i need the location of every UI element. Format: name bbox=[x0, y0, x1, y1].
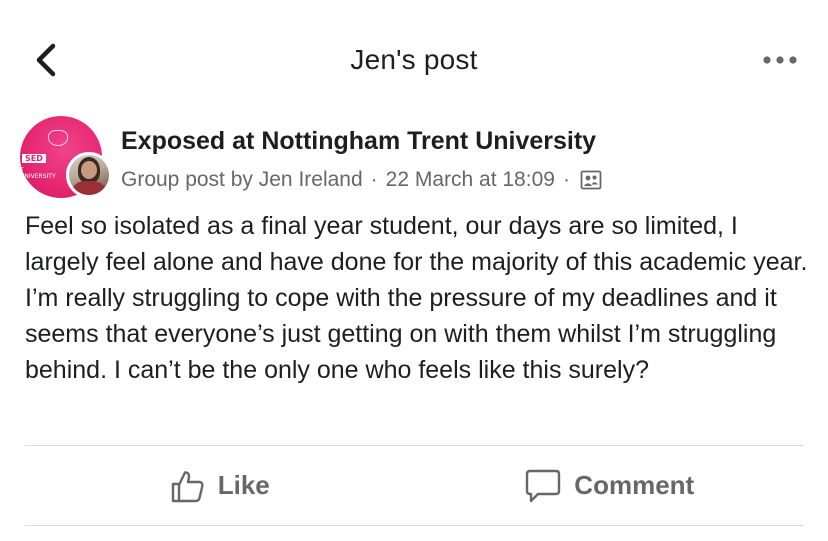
author-name-link[interactable]: Jen Ireland bbox=[259, 168, 363, 192]
like-label: Like bbox=[217, 470, 270, 500]
more-options-button[interactable] bbox=[760, 50, 800, 70]
page-title: Jen's post bbox=[350, 44, 478, 75]
group-avatar-graphic bbox=[48, 130, 68, 146]
post-body-text: Feel so isolated as a final year student… bbox=[25, 212, 808, 384]
author-avatar[interactable] bbox=[66, 152, 112, 198]
like-button[interactable]: Like bbox=[25, 446, 415, 525]
group-members-icon bbox=[580, 169, 602, 191]
comment-button[interactable]: Comment bbox=[415, 446, 805, 525]
post-header: SED T UNIVERSITY Exposed at Nottingham T… bbox=[20, 112, 810, 202]
group-avatar-subtext: T UNIVERSITY bbox=[20, 167, 56, 180]
meta-prefix: Group post by bbox=[121, 168, 253, 191]
post-timestamp[interactable]: 22 March at 18:09 bbox=[386, 168, 555, 192]
thumbs-up-icon bbox=[171, 470, 204, 502]
meta-separator: · bbox=[562, 168, 570, 191]
comment-bubble-icon bbox=[526, 469, 561, 502]
divider bbox=[25, 525, 804, 526]
post-meta: Group post by Jen Ireland · 22 March at … bbox=[121, 168, 602, 192]
comment-label: Comment bbox=[574, 470, 695, 500]
avatar-stack[interactable]: SED T UNIVERSITY bbox=[20, 112, 116, 202]
more-horizontal-icon bbox=[763, 56, 797, 64]
top-bar: Jen's post bbox=[0, 0, 828, 110]
group-avatar-text: SED bbox=[22, 154, 46, 163]
meta-separator: · bbox=[370, 168, 378, 191]
post-actions-bar: Like Comment bbox=[25, 446, 804, 525]
group-name-link[interactable]: Exposed at Nottingham Trent University bbox=[121, 127, 596, 156]
